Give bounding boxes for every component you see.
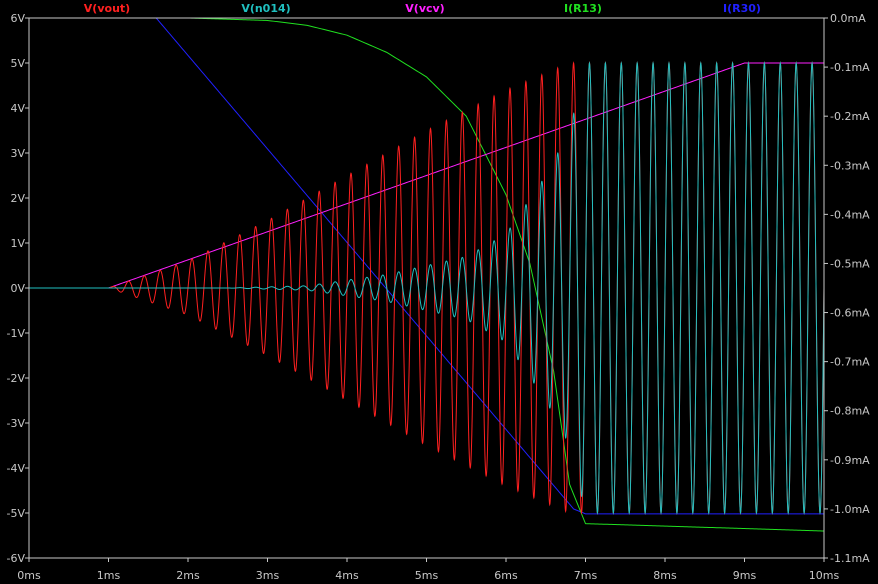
y-left-tick-label: 2V xyxy=(10,192,25,205)
x-tick-label: 1ms xyxy=(97,569,121,582)
x-tick-label: 3ms xyxy=(256,569,280,582)
y-left-tick-label: 6V xyxy=(10,12,25,25)
legend-entry: I(R13) xyxy=(564,2,602,15)
y-left-tick-label: -3V xyxy=(7,417,26,430)
y-left-tick-label: -4V xyxy=(7,462,26,475)
y-right-tick-label: -0.9mA xyxy=(830,454,870,467)
y-right-tick-label: -0.2mA xyxy=(830,110,870,123)
y-left-tick-label: -1V xyxy=(7,327,26,340)
x-tick-label: 0ms xyxy=(17,569,41,582)
x-tick-label: 10ms xyxy=(809,569,840,582)
legend-entry: V(n014) xyxy=(241,2,290,15)
plot-background xyxy=(0,0,878,584)
x-tick-label: 8ms xyxy=(653,569,677,582)
y-left-tick-label: -2V xyxy=(7,372,26,385)
y-right-tick-label: -0.6mA xyxy=(830,307,870,320)
y-right-tick-label: -0.1mA xyxy=(830,61,870,74)
y-left-tick-label: 0V xyxy=(10,282,25,295)
x-tick-label: 5ms xyxy=(415,569,439,582)
x-tick-label: 6ms xyxy=(494,569,518,582)
y-right-tick-label: -0.4mA xyxy=(830,208,870,221)
waveform-plot: 0ms 1ms 2ms 3ms 4ms 5ms 6ms 7ms 8ms 9ms 10ms 6V 5V 4V… xyxy=(0,0,878,584)
legend-entry: V(vout) xyxy=(84,2,130,15)
y-left-tick-label: 3V xyxy=(10,147,25,160)
y-right-tick-label: -1.0mA xyxy=(830,503,870,516)
y-right-tick-label: -1.1mA xyxy=(830,552,870,565)
x-tick-label: 9ms xyxy=(733,569,757,582)
y-left-tick-label: -6V xyxy=(7,552,26,565)
y-left-tick-label: 1V xyxy=(10,237,25,250)
y-right-tick-label: 0.0mA xyxy=(830,12,866,25)
x-tick-label: 7ms xyxy=(574,569,598,582)
y-right-tick-label: -0.5mA xyxy=(830,257,870,270)
y-left-tick-label: 4V xyxy=(10,102,25,115)
legend-entry: V(vcv) xyxy=(405,2,444,15)
x-tick-label: 4ms xyxy=(335,569,359,582)
x-tick-label: 2ms xyxy=(176,569,200,582)
y-left-tick-label: -5V xyxy=(7,507,26,520)
y-left-tick-label: 5V xyxy=(10,57,25,70)
legend-entry: I(R30) xyxy=(723,2,761,15)
y-right-tick-label: -0.7mA xyxy=(830,356,870,369)
y-right-tick-label: -0.3mA xyxy=(830,159,870,172)
y-right-tick-label: -0.8mA xyxy=(830,405,870,418)
